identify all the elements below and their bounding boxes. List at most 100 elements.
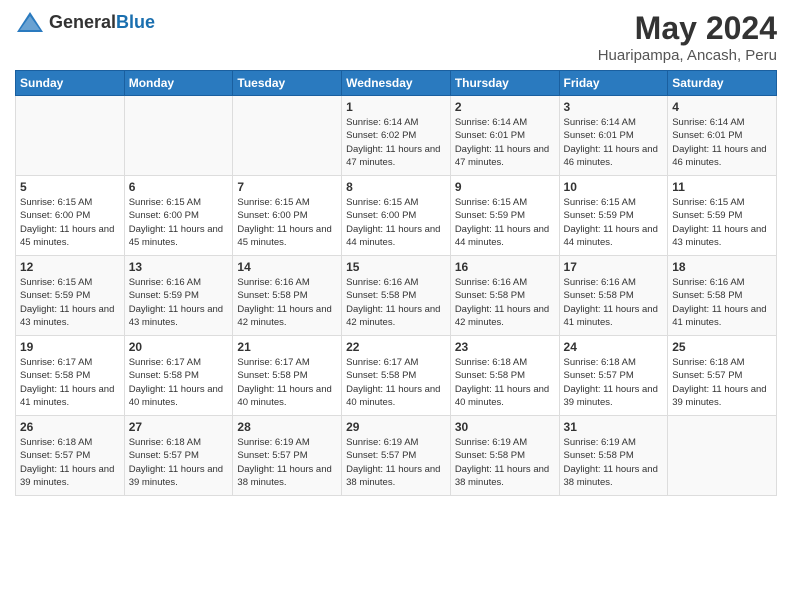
calendar-cell: 2 Sunrise: 6:14 AMSunset: 6:01 PMDaylight… bbox=[450, 96, 559, 176]
weekday-header-sunday: Sunday bbox=[16, 71, 125, 96]
day-info: Sunrise: 6:16 AMSunset: 5:58 PMDaylight:… bbox=[672, 276, 772, 329]
calendar-cell: 14Sunrise: 6:16 AMSunset: 5:58 PMDayligh… bbox=[233, 256, 342, 336]
day-number: 20 bbox=[129, 340, 229, 354]
day-number: 15 bbox=[346, 260, 446, 274]
weekday-header-monday: Monday bbox=[124, 71, 233, 96]
week-row-4: 26 Sunrise: 6:18 AMSunset: 5:57 PMDayligh… bbox=[16, 416, 777, 496]
week-row-1: 5 Sunrise: 6:15 AMSunset: 6:00 PMDaylight… bbox=[16, 176, 777, 256]
calendar-cell: 20Sunrise: 6:17 AMSunset: 5:58 PMDayligh… bbox=[124, 336, 233, 416]
day-number: 27 bbox=[129, 420, 229, 434]
day-number: 10 bbox=[564, 180, 664, 194]
day-info: Sunrise: 6:18 AMSunset: 5:58 PMDaylight:… bbox=[455, 356, 555, 409]
calendar-cell: 27 Sunrise: 6:18 AMSunset: 5:57 PMDayligh… bbox=[124, 416, 233, 496]
day-info: Sunrise: 6:15 AMSunset: 6:00 PMDaylight:… bbox=[237, 196, 337, 249]
day-number: 1 bbox=[346, 100, 446, 114]
day-number: 9 bbox=[455, 180, 555, 194]
day-number: 29 bbox=[346, 420, 446, 434]
day-info: Sunrise: 6:14 AMSunset: 6:01 PMDaylight:… bbox=[455, 116, 555, 169]
logo: GeneralBlue bbox=[15, 10, 155, 34]
day-info: Sunrise: 6:14 AMSunset: 6:01 PMDaylight:… bbox=[564, 116, 664, 169]
day-number: 2 bbox=[455, 100, 555, 114]
header: GeneralBlue May 2024 Huaripampa, Ancash,… bbox=[15, 10, 777, 64]
calendar-cell: 30 Sunrise: 6:19 AMSunset: 5:58 PMDayligh… bbox=[450, 416, 559, 496]
weekday-header-friday: Friday bbox=[559, 71, 668, 96]
calendar-cell: 29Sunrise: 6:19 AMSunset: 5:57 PMDayligh… bbox=[342, 416, 451, 496]
day-info: Sunrise: 6:19 AMSunset: 5:58 PMDaylight:… bbox=[455, 436, 555, 489]
day-number: 19 bbox=[20, 340, 120, 354]
day-info: Sunrise: 6:17 AMSunset: 5:58 PMDaylight:… bbox=[346, 356, 446, 409]
day-info: Sunrise: 6:15 AMSunset: 6:00 PMDaylight:… bbox=[129, 196, 229, 249]
day-number: 31 bbox=[564, 420, 664, 434]
day-info: Sunrise: 6:15 AMSunset: 5:59 PMDaylight:… bbox=[20, 276, 120, 329]
calendar-cell: 5 Sunrise: 6:15 AMSunset: 6:00 PMDaylight… bbox=[16, 176, 125, 256]
calendar-cell bbox=[16, 96, 125, 176]
day-number: 23 bbox=[455, 340, 555, 354]
calendar-cell: 3 Sunrise: 6:14 AMSunset: 6:01 PMDaylight… bbox=[559, 96, 668, 176]
day-info: Sunrise: 6:17 AMSunset: 5:58 PMDaylight:… bbox=[20, 356, 120, 409]
calendar-cell: 7 Sunrise: 6:15 AMSunset: 6:00 PMDaylight… bbox=[233, 176, 342, 256]
calendar-cell: 17 Sunrise: 6:16 AMSunset: 5:58 PMDayligh… bbox=[559, 256, 668, 336]
week-row-2: 12 Sunrise: 6:15 AMSunset: 5:59 PMDayligh… bbox=[16, 256, 777, 336]
calendar-cell: 9 Sunrise: 6:15 AMSunset: 5:59 PMDaylight… bbox=[450, 176, 559, 256]
calendar-cell: 24 Sunrise: 6:18 AMSunset: 5:57 PMDayligh… bbox=[559, 336, 668, 416]
day-number: 16 bbox=[455, 260, 555, 274]
calendar-cell: 10 Sunrise: 6:15 AMSunset: 5:59 PMDayligh… bbox=[559, 176, 668, 256]
day-number: 8 bbox=[346, 180, 446, 194]
day-info: Sunrise: 6:18 AMSunset: 5:57 PMDaylight:… bbox=[672, 356, 772, 409]
calendar-cell: 28Sunrise: 6:19 AMSunset: 5:57 PMDayligh… bbox=[233, 416, 342, 496]
day-info: Sunrise: 6:14 AMSunset: 6:01 PMDaylight:… bbox=[672, 116, 772, 169]
day-info: Sunrise: 6:15 AMSunset: 5:59 PMDaylight:… bbox=[455, 196, 555, 249]
day-number: 28 bbox=[237, 420, 337, 434]
calendar-cell: 6 Sunrise: 6:15 AMSunset: 6:00 PMDaylight… bbox=[124, 176, 233, 256]
day-info: Sunrise: 6:14 AMSunset: 6:02 PMDaylight:… bbox=[346, 116, 446, 169]
day-number: 17 bbox=[564, 260, 664, 274]
calendar-cell: 19 Sunrise: 6:17 AMSunset: 5:58 PMDayligh… bbox=[16, 336, 125, 416]
week-row-3: 19 Sunrise: 6:17 AMSunset: 5:58 PMDayligh… bbox=[16, 336, 777, 416]
day-number: 18 bbox=[672, 260, 772, 274]
day-info: Sunrise: 6:15 AMSunset: 6:00 PMDaylight:… bbox=[346, 196, 446, 249]
day-info: Sunrise: 6:17 AMSunset: 5:58 PMDaylight:… bbox=[237, 356, 337, 409]
calendar-cell bbox=[668, 416, 777, 496]
day-number: 26 bbox=[20, 420, 120, 434]
calendar-cell: 12 Sunrise: 6:15 AMSunset: 5:59 PMDayligh… bbox=[16, 256, 125, 336]
calendar-cell: 31 Sunrise: 6:19 AMSunset: 5:58 PMDayligh… bbox=[559, 416, 668, 496]
day-info: Sunrise: 6:18 AMSunset: 5:57 PMDaylight:… bbox=[129, 436, 229, 489]
day-number: 24 bbox=[564, 340, 664, 354]
location-title: Huaripampa, Ancash, Peru bbox=[598, 47, 777, 64]
calendar-cell: 26 Sunrise: 6:18 AMSunset: 5:57 PMDayligh… bbox=[16, 416, 125, 496]
day-number: 7 bbox=[237, 180, 337, 194]
day-info: Sunrise: 6:16 AMSunset: 5:58 PMDaylight:… bbox=[564, 276, 664, 329]
day-info: Sunrise: 6:19 AMSunset: 5:58 PMDaylight:… bbox=[564, 436, 664, 489]
day-number: 11 bbox=[672, 180, 772, 194]
calendar-cell: 4Sunrise: 6:14 AMSunset: 6:01 PMDaylight… bbox=[668, 96, 777, 176]
day-number: 3 bbox=[564, 100, 664, 114]
day-info: Sunrise: 6:15 AMSunset: 5:59 PMDaylight:… bbox=[564, 196, 664, 249]
calendar-cell: 8 Sunrise: 6:15 AMSunset: 6:00 PMDaylight… bbox=[342, 176, 451, 256]
weekday-header-wednesday: Wednesday bbox=[342, 71, 451, 96]
logo-icon bbox=[15, 10, 45, 34]
day-number: 13 bbox=[129, 260, 229, 274]
calendar-cell: 18 Sunrise: 6:16 AMSunset: 5:58 PMDayligh… bbox=[668, 256, 777, 336]
day-info: Sunrise: 6:16 AMSunset: 5:58 PMDaylight:… bbox=[455, 276, 555, 329]
day-info: Sunrise: 6:16 AMSunset: 5:58 PMDaylight:… bbox=[237, 276, 337, 329]
day-info: Sunrise: 6:18 AMSunset: 5:57 PMDaylight:… bbox=[564, 356, 664, 409]
day-number: 6 bbox=[129, 180, 229, 194]
logo-text: GeneralBlue bbox=[49, 12, 155, 33]
day-info: Sunrise: 6:15 AMSunset: 6:00 PMDaylight:… bbox=[20, 196, 120, 249]
logo-general: General bbox=[49, 12, 116, 32]
month-title: May 2024 bbox=[598, 10, 777, 47]
calendar-cell: 15Sunrise: 6:16 AMSunset: 5:58 PMDayligh… bbox=[342, 256, 451, 336]
day-info: Sunrise: 6:15 AMSunset: 5:59 PMDaylight:… bbox=[672, 196, 772, 249]
calendar-cell: 16 Sunrise: 6:16 AMSunset: 5:58 PMDayligh… bbox=[450, 256, 559, 336]
calendar-table: SundayMondayTuesdayWednesdayThursdayFrid… bbox=[15, 70, 777, 496]
calendar-cell: 22 Sunrise: 6:17 AMSunset: 5:58 PMDayligh… bbox=[342, 336, 451, 416]
page-container: GeneralBlue May 2024 Huaripampa, Ancash,… bbox=[0, 0, 792, 506]
logo-blue: Blue bbox=[116, 12, 155, 32]
day-info: Sunrise: 6:18 AMSunset: 5:57 PMDaylight:… bbox=[20, 436, 120, 489]
day-number: 12 bbox=[20, 260, 120, 274]
weekday-header-tuesday: Tuesday bbox=[233, 71, 342, 96]
day-number: 5 bbox=[20, 180, 120, 194]
day-number: 30 bbox=[455, 420, 555, 434]
day-number: 25 bbox=[672, 340, 772, 354]
day-number: 22 bbox=[346, 340, 446, 354]
